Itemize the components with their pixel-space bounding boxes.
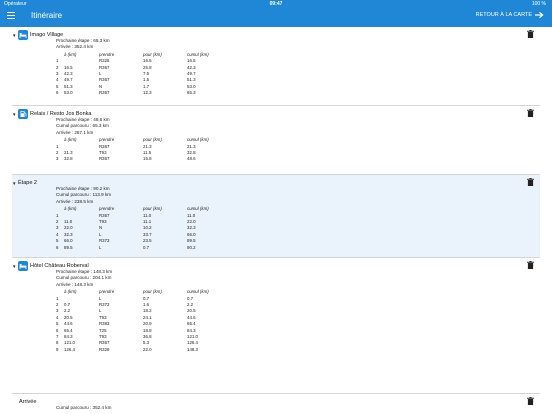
arrow-right-icon — [535, 11, 544, 19]
table-cell: R367 — [99, 156, 110, 162]
delete-step-icon[interactable] — [527, 178, 534, 186]
table-cell: 148.3 — [187, 346, 198, 352]
back-to-map-label: RETOUR À LA CARTE — [475, 12, 532, 18]
table-cell: 48.6 — [187, 156, 196, 162]
section-info: Prochaine étape : 148.3 km Cumul parcouru… — [56, 269, 112, 288]
itinerary-section: ▼ Étape 2 Prochaine étape : 90.2 km Cumul p… — [12, 175, 540, 258]
section-header: ▼ Étape 2 — [12, 177, 37, 189]
section-header: Arrivée — [12, 396, 36, 408]
info-line: Cumul parcouru : 113.9 km — [56, 192, 112, 198]
table-cell: 3 — [56, 156, 59, 162]
info-line: Cumul parcouru : 204.1 km — [56, 275, 112, 281]
info-line: Arrivée : 352.4 km — [56, 44, 94, 50]
section-title: Arrivée — [19, 399, 37, 405]
column-header: à (km) — [64, 137, 77, 143]
section-info: Prochaine étape : 90.2 km Cumul parcouru … — [56, 186, 111, 205]
section-info: Prochaine étape : 48.6 km Cumul parcouru … — [56, 117, 110, 136]
table-cell: 126.4 — [64, 346, 75, 352]
table-cell: 65.3 — [187, 90, 196, 96]
bed-icon — [18, 261, 28, 271]
table-cell: 0.7 — [143, 244, 150, 250]
bed-icon — [18, 30, 28, 40]
table-cell: 12.3 — [143, 90, 152, 96]
info-line: Arrivée : 238.5 km — [56, 198, 94, 204]
section-info: Prochaine étape : 65.3 km Arrivée : 352.4… — [56, 38, 110, 51]
table-cell: R328 — [99, 346, 110, 352]
itinerary-section: ▼ Relais / Resto Jos Bonka Prochaine étape… — [12, 106, 540, 175]
section-title: Étape 2 — [18, 180, 37, 186]
table-cell: 90.2 — [187, 244, 196, 250]
table-cell: 22.0 — [143, 346, 152, 352]
delete-step-icon[interactable] — [527, 261, 534, 269]
column-header: à (km) — [64, 51, 77, 57]
info-line: Arrivée : 287.1 km — [56, 129, 94, 135]
table-cell: 89.5 — [64, 244, 73, 250]
table-cell: 15.8 — [143, 156, 152, 162]
column-header: à (km) — [64, 289, 77, 295]
itinerary-section: ▼ Hôtel Château Roberval Prochaine étape :… — [12, 258, 540, 394]
delete-step-icon[interactable] — [527, 30, 534, 38]
nav-bar: Itinéraire RETOUR À LA CARTE — [0, 8, 552, 27]
info-line: Cumul parcouru : 352.4 km — [56, 405, 112, 410]
section-info: Cumul parcouru : 352.4 km — [56, 405, 111, 411]
clock: 09:47 — [269, 1, 283, 7]
status-bar: Opérateur 09:47 100 % — [0, 0, 552, 8]
itinerary-section: Arrivée Cumul parcouru : 352.4 km — [12, 394, 540, 414]
back-to-map-button[interactable]: RETOUR À LA CARTE — [476, 11, 544, 19]
fuel-icon — [18, 109, 28, 119]
delete-step-icon[interactable] — [527, 109, 534, 117]
info-line: Cumul parcouru : 65.3 km — [56, 123, 109, 129]
battery-level: 100 % — [531, 1, 546, 7]
table-cell: 53.0 — [64, 90, 73, 96]
table-cell: 6 — [56, 244, 59, 250]
table-cell: 9 — [56, 346, 59, 352]
itinerary-section: ▼ Imago Village Prochaine étape : 65.3 km A… — [12, 27, 540, 106]
page-title: Itinéraire — [31, 11, 63, 20]
table-cell: 32.8 — [64, 156, 73, 162]
info-line: Arrivée : 148.3 km — [56, 281, 94, 287]
delete-step-icon[interactable] — [527, 397, 534, 405]
table-cell: R367 — [99, 90, 110, 96]
column-header: à (km) — [64, 206, 77, 212]
hamburger-menu-icon[interactable] — [6, 10, 18, 22]
table-cell: 6 — [56, 90, 59, 96]
table-cell: L — [99, 244, 102, 250]
